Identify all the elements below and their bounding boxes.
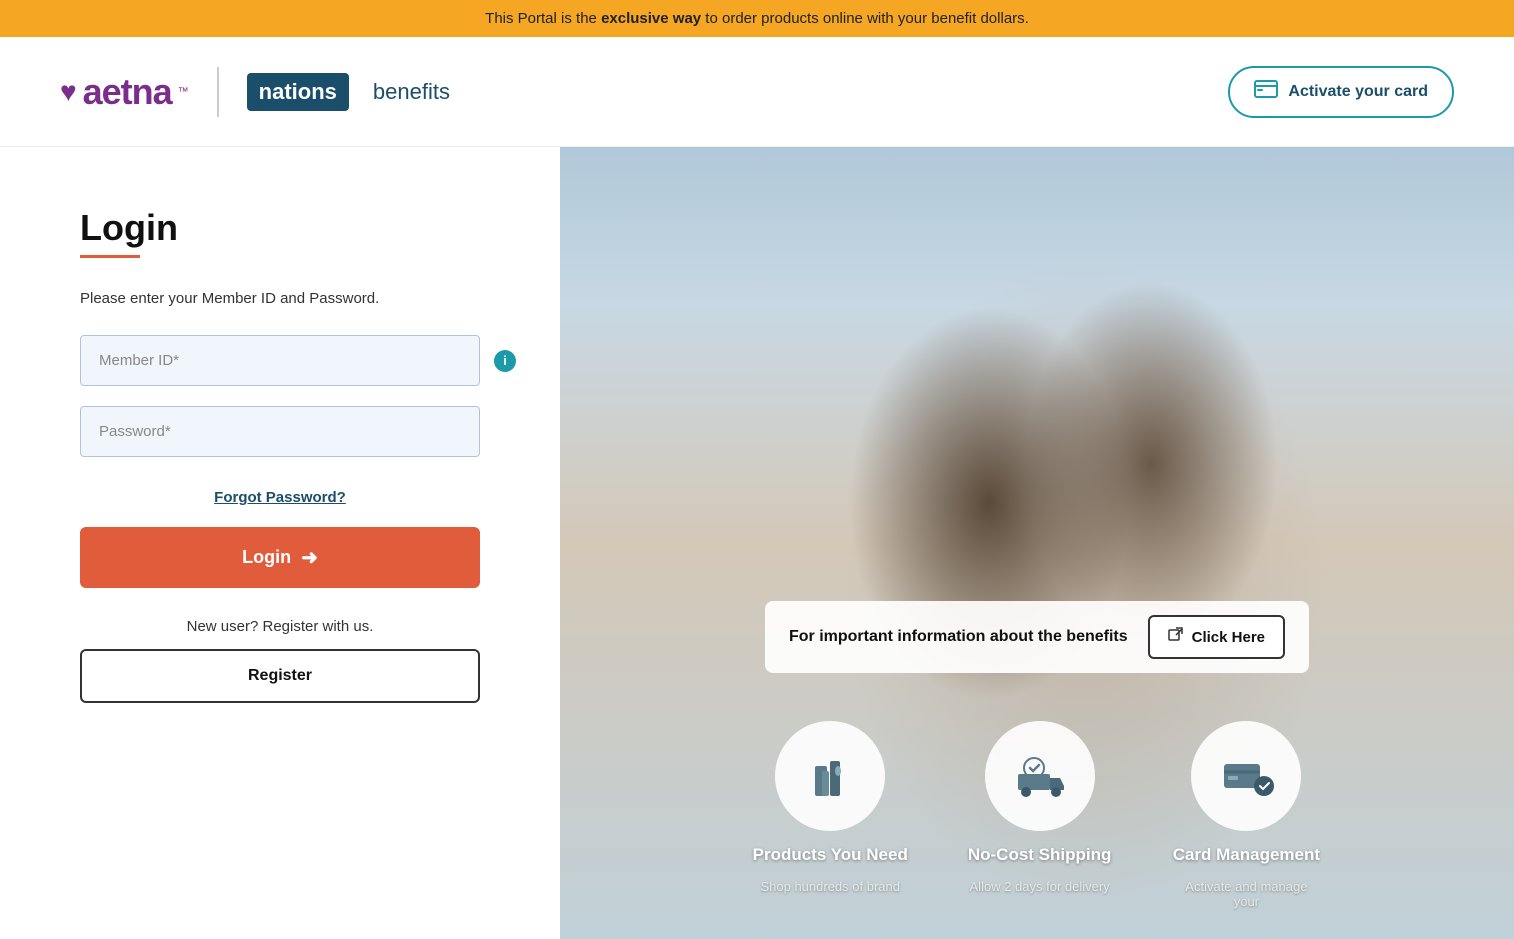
member-id-wrapper: i	[80, 335, 480, 386]
hero-image: For important information about the bene…	[560, 147, 1514, 939]
login-subtitle: Please enter your Member ID and Password…	[80, 290, 480, 307]
forgot-password-link-wrapper: Forgot Password?	[80, 489, 480, 507]
products-icon-circle	[775, 721, 885, 831]
aetna-heart-icon: ♥	[60, 76, 77, 108]
aetna-tm: ™	[178, 86, 189, 98]
login-button[interactable]: Login ➜	[80, 527, 480, 588]
aetna-text: aetna	[83, 71, 172, 113]
products-title: Products You Need	[753, 845, 908, 865]
card-icon	[1254, 80, 1278, 104]
click-here-label: Click Here	[1192, 629, 1265, 646]
password-wrapper	[80, 406, 480, 457]
banner-text: This Portal is the exclusive way to orde…	[485, 10, 1029, 27]
new-user-text: New user? Register with us.	[80, 618, 480, 635]
features-row: Products You Need Shop hundreds of brand	[560, 721, 1514, 909]
products-desc: Shop hundreds of brand	[760, 879, 900, 894]
header: ♥ aetna ™ nations benefits Activate your…	[0, 37, 1514, 147]
login-title-underline	[80, 255, 140, 258]
info-bar: For important information about the bene…	[765, 601, 1309, 673]
register-section: New user? Register with us. Register	[80, 618, 480, 703]
login-title: Login	[80, 207, 480, 249]
login-arrow-icon: ➜	[301, 545, 318, 570]
activate-card-button[interactable]: Activate your card	[1228, 66, 1454, 118]
forgot-password-link[interactable]: Forgot Password?	[214, 489, 346, 506]
benefits-text: benefits	[373, 79, 450, 105]
logo-divider	[217, 67, 219, 117]
logo-group: ♥ aetna ™ nations benefits	[60, 67, 450, 117]
image-panel: For important information about the bene…	[560, 147, 1514, 939]
shipping-title: No-Cost Shipping	[968, 845, 1112, 865]
member-id-info-icon[interactable]: i	[494, 350, 516, 372]
nations-text: nations	[259, 79, 337, 105]
card-title: Card Management	[1173, 845, 1320, 865]
card-management-icon-circle	[1191, 721, 1301, 831]
aetna-logo: ♥ aetna ™	[60, 71, 189, 113]
shipping-icon-circle	[985, 721, 1095, 831]
feature-products: Products You Need Shop hundreds of brand	[753, 721, 908, 909]
feature-shipping: No-Cost Shipping Allow 2 days for delive…	[968, 721, 1112, 909]
login-panel: Login Please enter your Member ID and Pa…	[0, 147, 560, 939]
external-link-icon	[1168, 627, 1184, 647]
login-button-label: Login	[242, 547, 291, 568]
activate-card-label: Activate your card	[1288, 83, 1428, 101]
top-banner: This Portal is the exclusive way to orde…	[0, 0, 1514, 37]
shipping-desc: Allow 2 days for delivery	[970, 879, 1110, 894]
feature-card: Card Management Activate and manage your	[1171, 721, 1321, 909]
nations-logo: nations	[247, 73, 349, 111]
info-bar-area: For important information about the bene…	[560, 585, 1514, 689]
password-input[interactable]	[80, 406, 480, 457]
member-id-input[interactable]	[80, 335, 480, 386]
info-bar-text: For important information about the bene…	[789, 628, 1128, 646]
click-here-button[interactable]: Click Here	[1148, 615, 1285, 659]
main-content: Login Please enter your Member ID and Pa…	[0, 147, 1514, 939]
card-desc: Activate and manage your	[1171, 879, 1321, 909]
banner-bold: exclusive way	[601, 10, 701, 27]
register-button[interactable]: Register	[80, 649, 480, 703]
